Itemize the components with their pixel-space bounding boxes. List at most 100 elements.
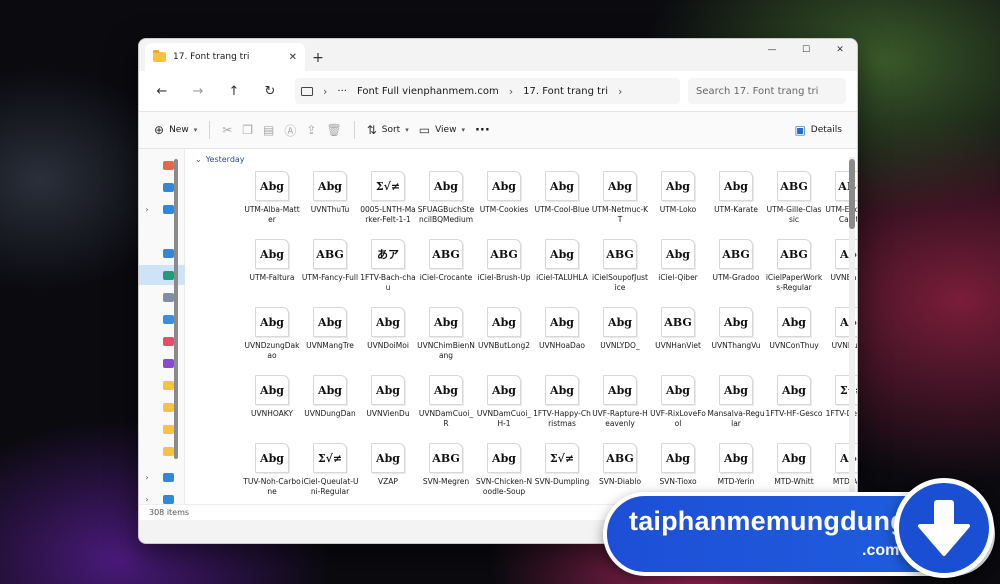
copy-button[interactable]: ❐: [237, 116, 258, 144]
font-file-icon: Abg: [545, 239, 579, 269]
sidebar-item-folder[interactable]: [139, 441, 185, 461]
chevron-right-icon[interactable]: ›: [139, 473, 155, 482]
sidebar-item-this-pc[interactable]: ›: [139, 467, 185, 487]
folder-icon: [153, 50, 166, 62]
font-file-item[interactable]: Abg VZAP: [359, 443, 417, 504]
sidebar-item-folder[interactable]: [139, 397, 185, 417]
font-preview: あア: [377, 248, 399, 261]
file-name: SFUAGBuchStencilBQMedium: [417, 205, 475, 224]
file-name: UTM-Gradoo: [712, 273, 760, 282]
font-file-icon: Abg: [371, 443, 405, 473]
file-name: UTM-Loko: [659, 205, 697, 214]
font-file-icon: Σ√≠: [545, 443, 579, 473]
back-button[interactable]: ←: [145, 77, 179, 105]
font-preview: Abg: [724, 383, 748, 397]
download-icon: [163, 270, 174, 280]
sort-button[interactable]: ⇅ Sort ▾: [362, 116, 414, 144]
font-file-icon: ABG: [487, 239, 521, 269]
font-file-icon: Abg: [545, 307, 579, 337]
breadcrumb-item[interactable]: 17. Font trang tri: [523, 86, 608, 97]
font-file-icon: Abg: [255, 307, 289, 337]
sidebar-item-gallery[interactable]: [139, 177, 185, 197]
file-name: iCielPaperWorks-Regular: [765, 273, 823, 292]
file-name: iCiel-Brush-Up: [477, 273, 531, 282]
scissors-icon: ✂: [222, 123, 233, 137]
breadcrumb-more[interactable]: ···: [337, 86, 347, 97]
file-name: UTM-Gille-Classic: [766, 205, 822, 224]
up-button[interactable]: ↑: [217, 77, 251, 105]
font-file-icon: Abg: [255, 443, 289, 473]
sidebar-item-home[interactable]: [139, 155, 185, 175]
folder-icon: [163, 380, 174, 390]
address-bar[interactable]: › ··· Font Full vienphanmem.com › 17. Fo…: [295, 78, 680, 104]
sidebar-item-folder[interactable]: [139, 419, 185, 439]
font-file-item[interactable]: ABG SVN-Megren: [417, 443, 475, 504]
share-button[interactable]: ⇪: [301, 116, 321, 144]
details-label: Details: [810, 125, 842, 135]
sidebar-item-documents[interactable]: [139, 287, 185, 307]
forward-button[interactable]: →: [181, 77, 215, 105]
sidebar-item-onedrive[interactable]: ›: [139, 199, 185, 219]
view-button[interactable]: ▭ View ▾: [414, 116, 470, 144]
sidebar-item-network[interactable]: ›: [139, 489, 185, 509]
sidebar-item-pictures[interactable]: [139, 309, 185, 329]
delete-button[interactable]: 🗑: [321, 116, 346, 144]
file-grid: Abg UTM-Alba-Matter Abg UVNThuTu Σ√≠ 0005-LNT…: [243, 171, 857, 504]
cut-button[interactable]: ✂: [217, 116, 237, 144]
breadcrumb-item[interactable]: Font Full vienphanmem.com: [357, 86, 499, 97]
font-file-icon: Abg: [313, 307, 347, 337]
font-preview: ABG: [664, 315, 692, 329]
chevron-right-icon[interactable]: ›: [139, 205, 155, 214]
refresh-button[interactable]: ↻: [253, 77, 287, 105]
tab-current-folder[interactable]: 17. Font trang tri ✕: [145, 43, 305, 71]
vertical-scrollbar[interactable]: [849, 157, 855, 497]
cloud-folder-icon: [163, 204, 174, 214]
details-button[interactable]: ▣ Details: [789, 116, 847, 144]
sort-icon: ⇅: [366, 123, 377, 137]
rename-button[interactable]: Ⓐ: [279, 116, 301, 144]
sidebar-item-folder[interactable]: [139, 375, 185, 395]
font-file-item[interactable]: Σ√≠ iCiel-Queulat-Uni-Regular: [301, 443, 359, 504]
font-file-item[interactable]: Abg TUV-Noh-Carbone: [243, 443, 301, 504]
sidebar-scrollbar[interactable]: [174, 159, 178, 459]
file-name: UVNButLong2: [478, 341, 530, 350]
font-preview: ABG: [432, 247, 460, 261]
file-name: UVNDamCuoi_H-1: [476, 409, 532, 428]
font-file-icon: Abg: [313, 171, 347, 201]
sidebar-item-music[interactable]: [139, 331, 185, 351]
paste-button[interactable]: ▤: [258, 116, 279, 144]
file-name: UVNVienDu: [366, 409, 410, 418]
maximize-button[interactable]: ☐: [789, 39, 823, 61]
new-tab-button[interactable]: +: [305, 45, 331, 71]
chevron-right-icon: ›: [323, 84, 328, 98]
font-file-icon: ABG: [661, 307, 695, 337]
font-preview: Abg: [782, 315, 806, 329]
font-preview: Abg: [376, 451, 400, 465]
font-preview: Abg: [492, 383, 516, 397]
sidebar-item-desktop[interactable]: [139, 243, 185, 263]
close-window-button[interactable]: ✕: [823, 39, 857, 61]
font-preview: Abg: [260, 315, 284, 329]
font-preview: Abg: [666, 383, 690, 397]
minimize-button[interactable]: —: [755, 39, 789, 61]
sidebar-item-downloads[interactable]: [139, 265, 185, 285]
file-name: UVF-RixLoveFool: [650, 409, 706, 428]
rename-icon: Ⓐ: [284, 123, 297, 138]
new-button[interactable]: ⊕ New ▾: [149, 116, 202, 144]
scrollbar-thumb[interactable]: [849, 159, 855, 229]
font-file-icon: Abg: [661, 239, 695, 269]
chevron-right-icon[interactable]: ›: [139, 495, 155, 504]
group-header[interactable]: ⌄ Yesterday: [195, 155, 245, 164]
file-name: UVNConThuy: [769, 341, 819, 350]
more-options-button[interactable]: ···: [470, 116, 495, 144]
font-file-icon: ABG: [429, 443, 463, 473]
home-icon: [163, 160, 174, 170]
search-input[interactable]: Search 17. Font trang tri: [688, 78, 846, 104]
close-tab-button[interactable]: ✕: [289, 52, 297, 63]
copy-icon: ❐: [242, 123, 254, 137]
font-file-icon: Abg: [777, 443, 811, 473]
font-file-item[interactable]: Abg SVN-Chicken-Noodle-Soup: [475, 443, 533, 504]
view-label: View: [435, 125, 457, 135]
font-file-item[interactable]: Σ√≠ SVN-Dumpling: [533, 443, 591, 504]
sidebar-item-videos[interactable]: [139, 353, 185, 373]
